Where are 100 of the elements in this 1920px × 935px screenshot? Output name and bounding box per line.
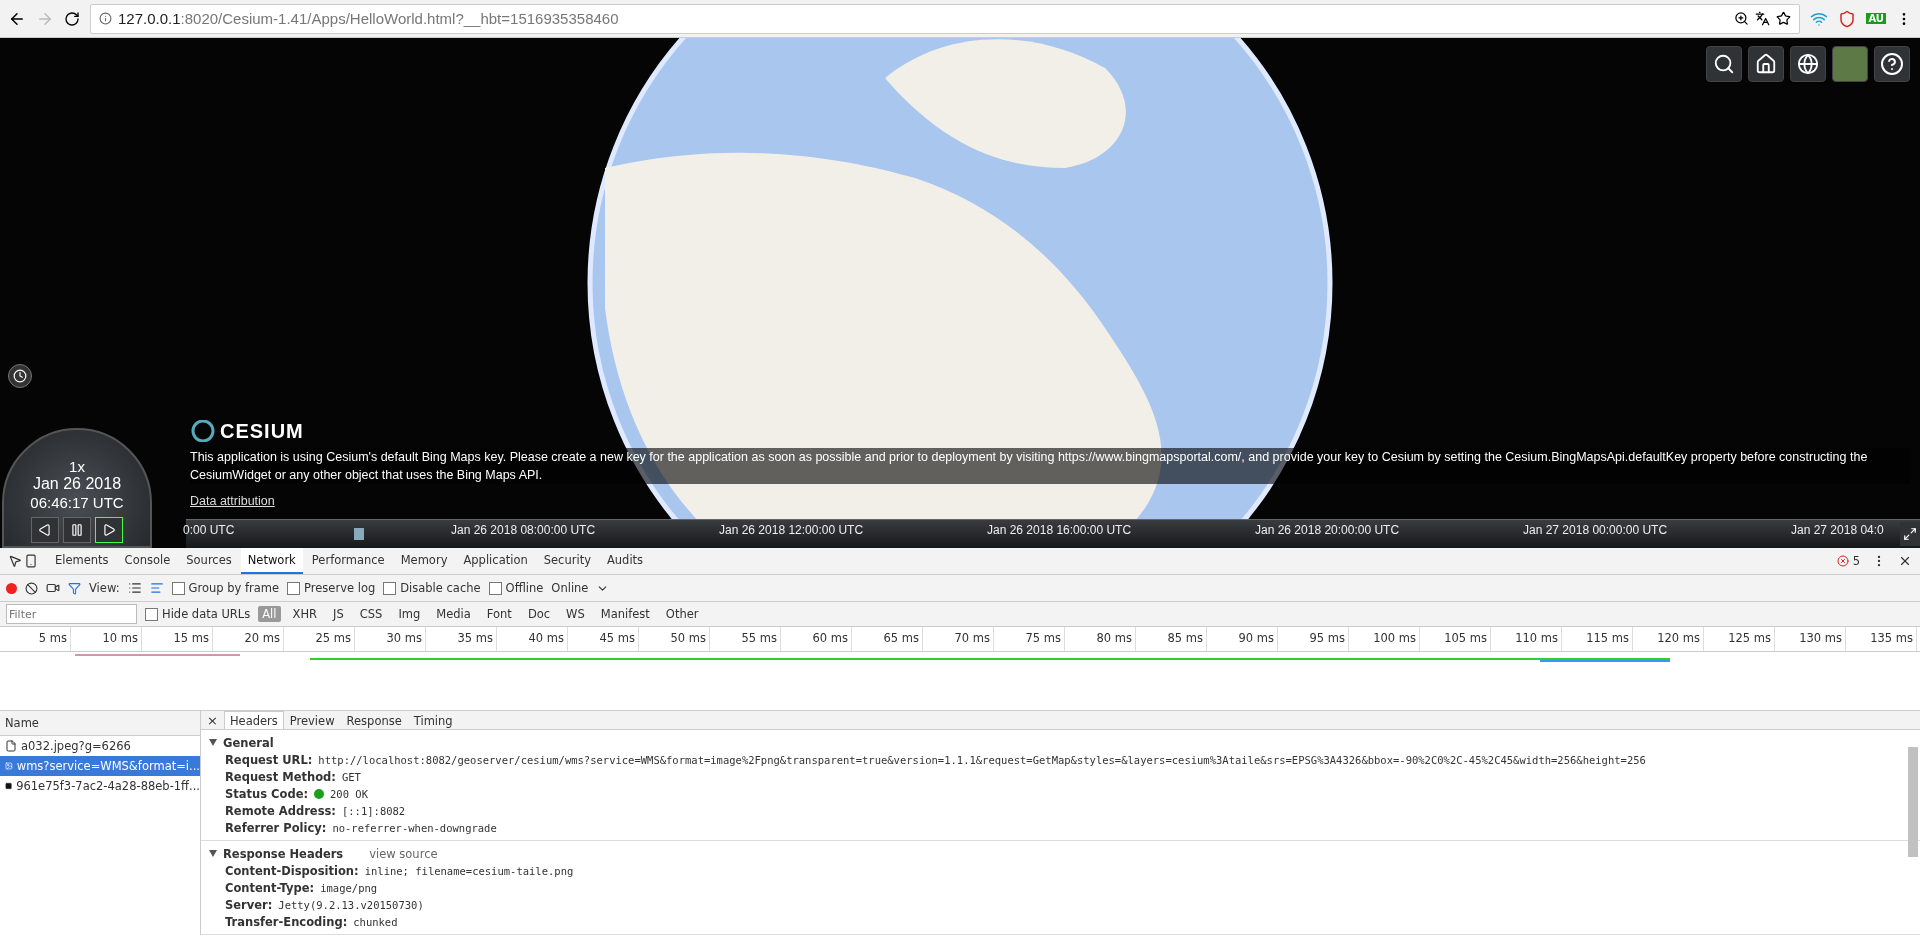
timeline-needle-icon [354, 528, 364, 540]
capture-icon[interactable] [46, 581, 60, 595]
home-button[interactable] [1748, 46, 1784, 82]
request-row[interactable]: 961e75f3-7ac2-4a28-88eb-1ff... [0, 776, 200, 796]
device-icon[interactable] [24, 554, 38, 568]
inspect-icon[interactable] [8, 554, 22, 568]
type-filter[interactable]: Media [432, 606, 475, 622]
play-button[interactable] [95, 516, 123, 543]
star-icon[interactable] [1776, 11, 1792, 26]
file-icon [5, 780, 13, 792]
reload-icon[interactable] [64, 10, 80, 27]
address-bar[interactable]: 127.0.0.1:8020/Cesium-1.41/Apps/HelloWorld.html?__hbt=1516935358460 [90, 3, 1801, 34]
ruler-tick: 95 ms [1278, 627, 1349, 651]
ruler-tick: 80 ms [1065, 627, 1136, 651]
type-filter[interactable]: JS [329, 606, 348, 622]
devtools-tab[interactable]: Application [456, 548, 535, 574]
type-filter[interactable]: WS [562, 606, 589, 622]
header-key: Transfer-Encoding: [225, 914, 348, 929]
play-icon [102, 522, 116, 537]
triangle-icon[interactable] [209, 850, 217, 857]
pause-button[interactable] [63, 516, 91, 543]
view-source-link[interactable]: view source [369, 846, 438, 861]
info-icon[interactable] [99, 12, 112, 25]
option-checkbox[interactable]: Offline [488, 581, 544, 595]
waterfall-view-icon[interactable] [149, 581, 164, 595]
detail-tab[interactable]: Preview [283, 711, 341, 729]
type-filter[interactable]: CSS [355, 606, 387, 622]
clear-icon[interactable] [25, 581, 38, 595]
devtools-tab[interactable]: Security [536, 548, 598, 574]
cesium-logo: CESIUM [190, 418, 304, 444]
close-icon[interactable] [1898, 554, 1912, 568]
search-icon [1713, 53, 1735, 75]
detail-tab[interactable]: Response [340, 711, 408, 729]
ruler-tick: 100 ms [1349, 627, 1420, 651]
hide-data-urls-checkbox[interactable]: Hide data URLs [145, 607, 251, 621]
type-filter[interactable]: XHR [288, 606, 322, 622]
ruler-tick: 35 ms [426, 627, 497, 651]
filter-field[interactable]: Filter [6, 604, 137, 624]
triangle-icon[interactable] [209, 739, 217, 746]
file-icon [5, 740, 17, 752]
url-host: 127.0.0.1 [118, 10, 181, 27]
devtools-tab[interactable]: Console [117, 548, 178, 574]
record-button[interactable] [6, 582, 17, 594]
zoom-icon[interactable] [1734, 11, 1750, 26]
ruler-tick: 40 ms [497, 627, 568, 651]
ruler-tick: 115 ms [1562, 627, 1633, 651]
shield-icon[interactable] [1838, 9, 1857, 28]
globe-button[interactable] [1790, 46, 1826, 82]
request-row[interactable]: a032.jpeg?g=6266 [0, 736, 200, 756]
request-row[interactable]: wms?service=WMS&format=i... [0, 756, 200, 776]
option-checkbox[interactable]: Preserve log [287, 581, 376, 595]
header-key: Content-Type: [225, 880, 315, 895]
name-column-header: Name [0, 711, 200, 736]
throttling-select[interactable]: Online [551, 581, 589, 595]
devtools-tab[interactable]: Audits [599, 548, 651, 574]
header-value: 200 OK [330, 787, 368, 800]
type-filter[interactable]: Font [482, 606, 516, 622]
fullscreen-button[interactable] [1900, 522, 1920, 546]
reverse-icon [38, 522, 52, 537]
error-icon [1836, 555, 1849, 567]
detail-tab[interactable]: Headers [223, 711, 284, 729]
option-checkbox[interactable]: Disable cache [383, 581, 481, 595]
devtools-tab[interactable]: Sources [179, 548, 239, 574]
devtools-tab[interactable]: Network [240, 548, 303, 574]
type-filter[interactable]: Doc [523, 606, 555, 622]
header-value: no-referrer-when-downgrade [332, 821, 497, 834]
data-attribution-link[interactable]: Data attribution [190, 488, 275, 514]
url-path: :8020/Cesium-1.41/Apps/HelloWorld.html?__hbt=1516935358460 [180, 10, 619, 27]
devtools-tab[interactable]: Performance [304, 548, 392, 574]
clock-button[interactable] [8, 364, 32, 388]
translate-icon[interactable] [1755, 11, 1771, 26]
help-button[interactable] [1874, 46, 1910, 82]
ruler-tick: 70 ms [923, 627, 994, 651]
header-key: Remote Address: [225, 803, 336, 818]
rewind-button[interactable] [31, 516, 59, 543]
timeline-label: Jan 26 2018 08:00:00 UTC [451, 523, 596, 537]
extension-badge[interactable]: AU [1866, 13, 1886, 24]
filter-icon[interactable] [68, 581, 81, 595]
option-checkbox[interactable]: Group by frame [171, 581, 280, 595]
ruler-tick: 90 ms [1207, 627, 1278, 651]
type-filter[interactable]: Manifest [596, 606, 654, 622]
section-title: Response Headers [223, 846, 344, 861]
type-filter[interactable]: Img [394, 606, 425, 622]
detail-tab[interactable]: Timing [407, 711, 459, 729]
devtools-tab[interactable]: Memory [393, 548, 455, 574]
ruler-tick: 135 ms [1846, 627, 1917, 651]
timeline-label: 0:00 UTC [183, 523, 235, 537]
header-value: inline; filename=cesium-taile.png [364, 864, 574, 877]
ruler-tick: 105 ms [1420, 627, 1491, 651]
devtools-tab[interactable]: Elements [48, 548, 116, 574]
ruler-tick: 125 ms [1704, 627, 1775, 651]
timeline-label: Jan 26 2018 12:00:00 UTC [719, 523, 864, 537]
ruler-tick: 50 ms [639, 627, 710, 651]
header-key: Content-Disposition: [225, 863, 359, 878]
list-view-icon[interactable] [127, 581, 142, 595]
header-key: Server: [225, 897, 273, 912]
close-button[interactable]: × [201, 711, 224, 729]
header-value: http://localhost:8082/geoserver/cesium/wms?service=WMS&format=image%2Fpng&transparent=true&version=1.1.1&request=GetMap&styles=&layers=cesium%3Ataile&srs=EPSG%3A4326&bbox=-90%2C0%2C-45%2C45&width=256&height=256 [318, 753, 1646, 766]
type-filter[interactable]: Other [661, 606, 703, 622]
search-button[interactable] [1706, 46, 1742, 82]
